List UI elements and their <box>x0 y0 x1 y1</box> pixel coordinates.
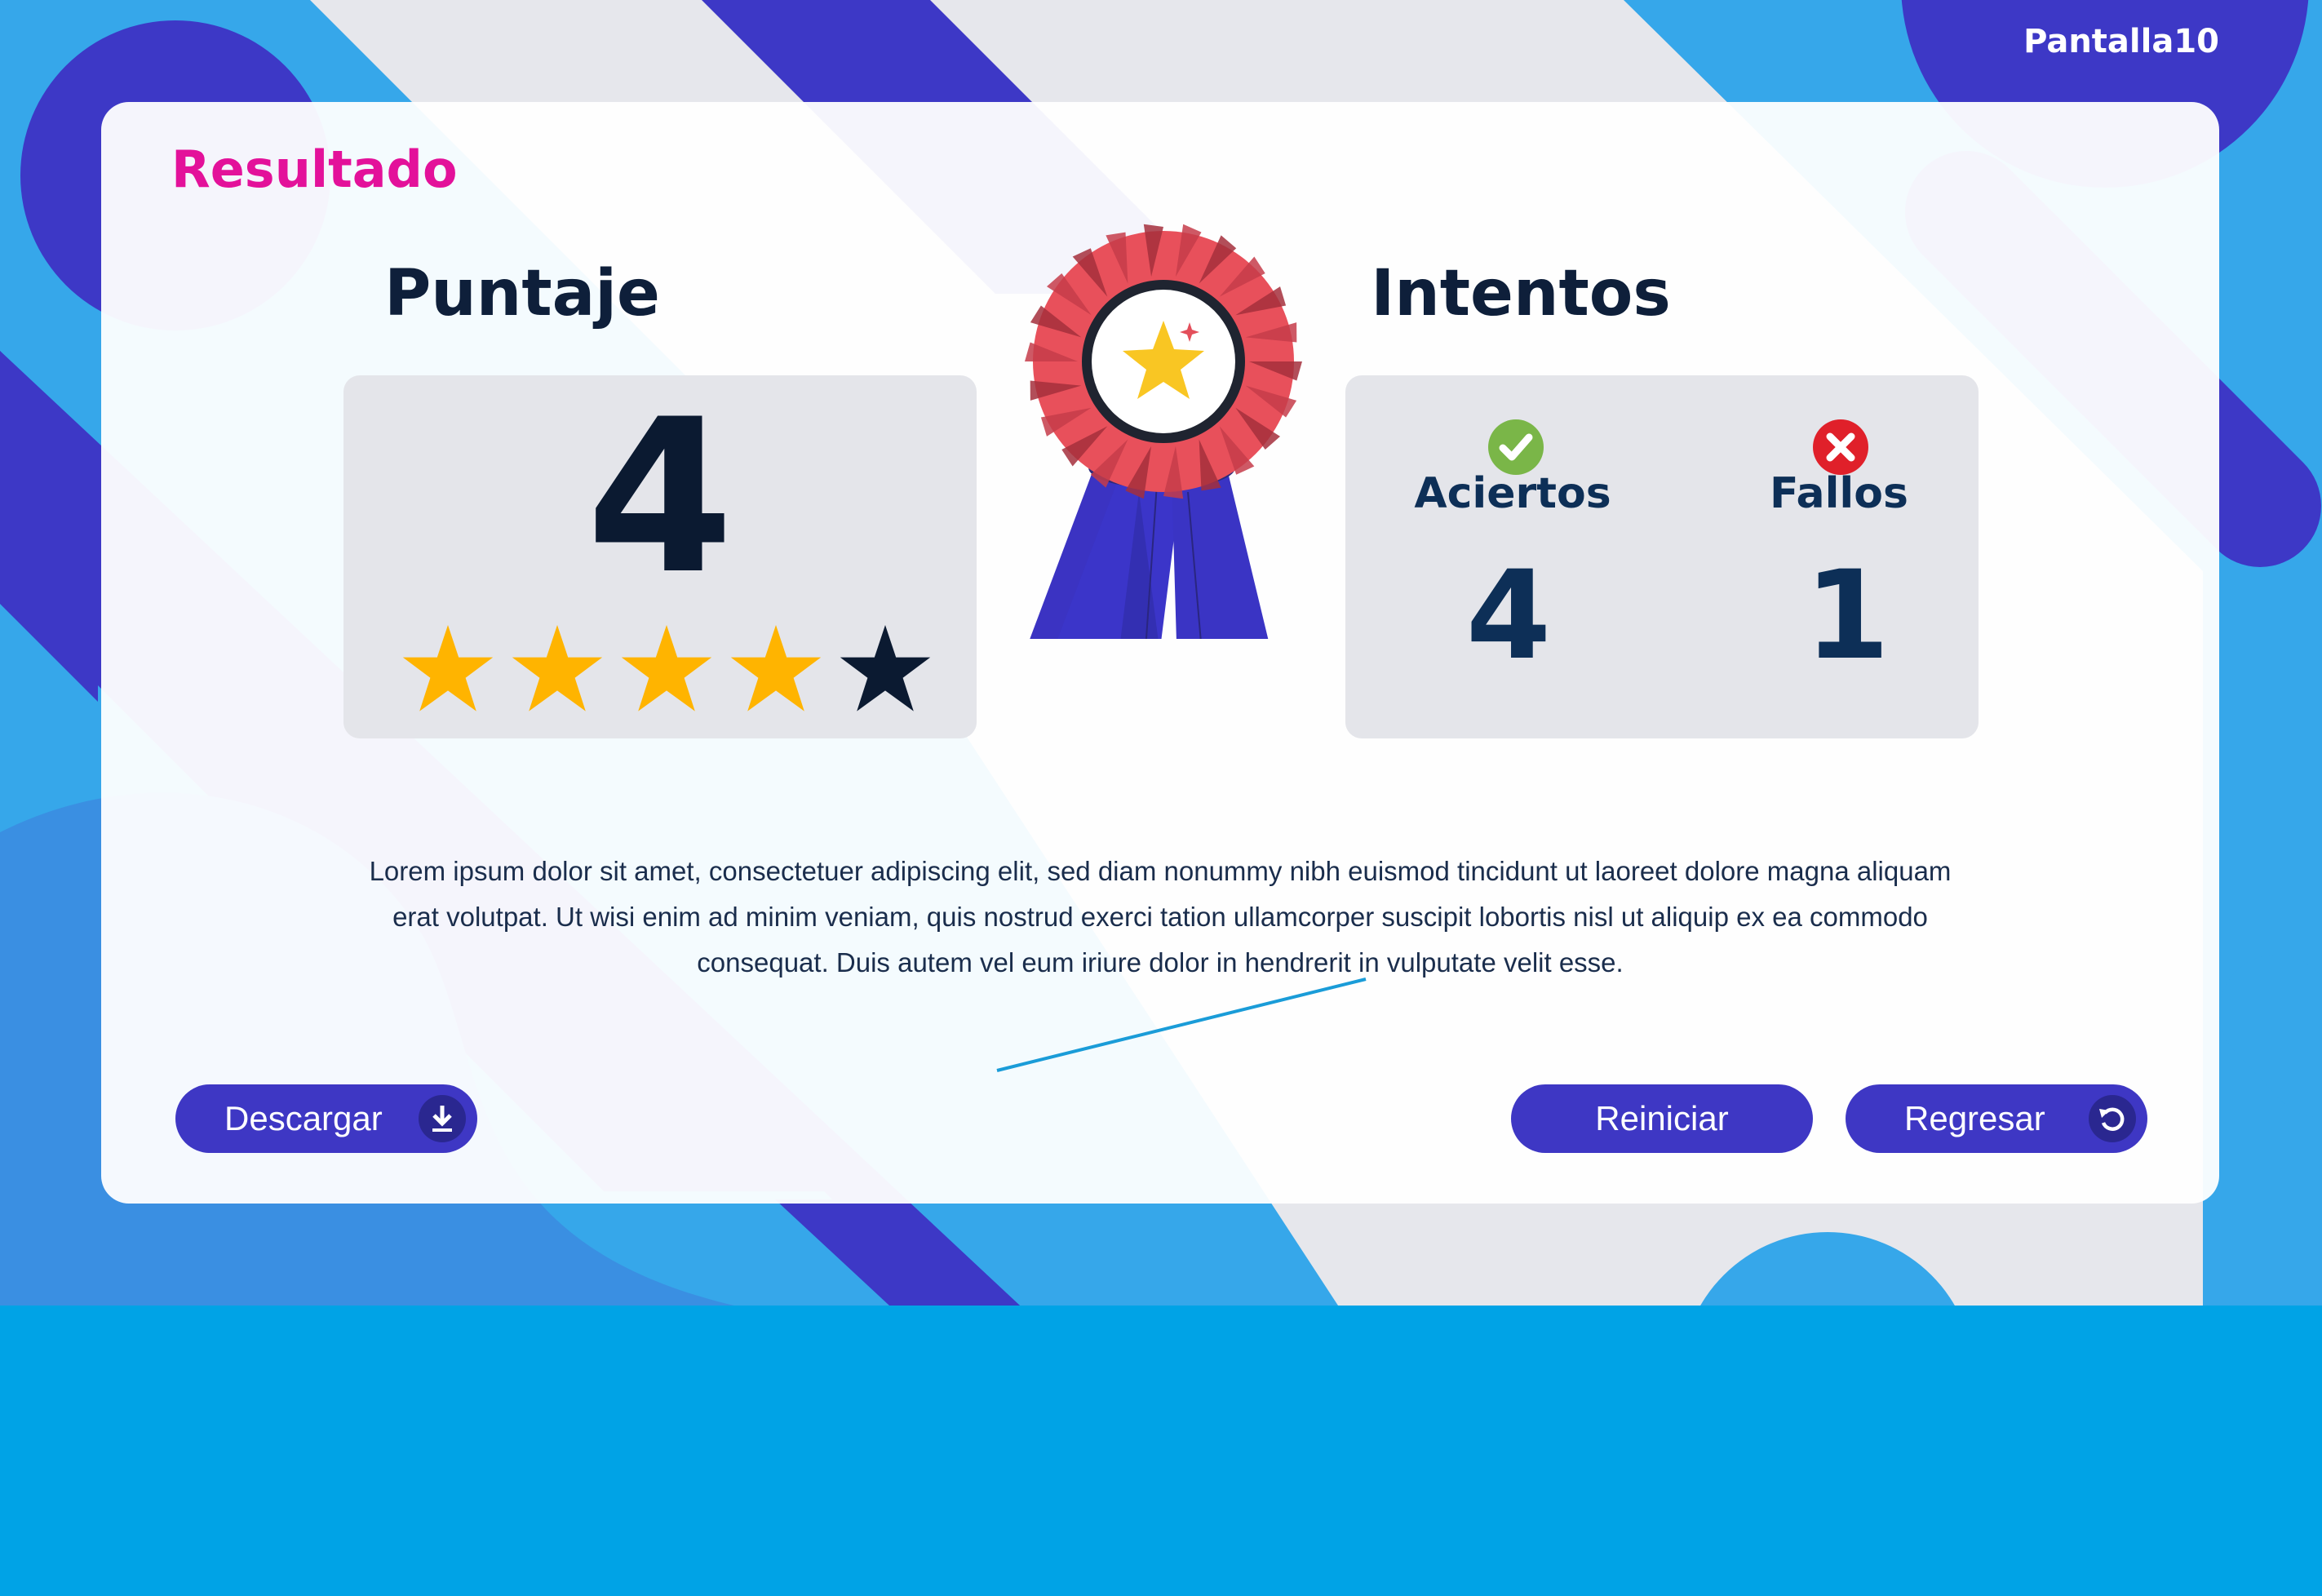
star-filled-icon <box>512 625 603 712</box>
wrong-value: 1 <box>1804 545 1890 687</box>
back-button[interactable]: Regresar <box>1846 1084 2147 1153</box>
score-value: 4 <box>586 375 734 621</box>
correct-value: 4 <box>1465 545 1552 687</box>
score-panel: 4 <box>343 375 977 738</box>
attempts-panel: Aciertos 4 Fallos 1 <box>1345 375 1979 738</box>
star-empty-icon <box>840 625 931 712</box>
check-circle-icon <box>1488 419 1544 475</box>
wrong-label: Fallos <box>1770 469 1908 518</box>
attempts-title: Intentos <box>1371 257 1671 330</box>
download-icon <box>419 1095 466 1142</box>
download-button[interactable]: Descargar <box>175 1084 477 1153</box>
correct-label: Aciertos <box>1414 469 1611 518</box>
wrong-stat: Fallos 1 <box>1717 375 1961 738</box>
bottom-band <box>0 1306 2322 1596</box>
screen-label: Pantalla10 <box>2023 23 2219 60</box>
undo-icon <box>2089 1095 2136 1142</box>
correct-stat: Aciertos 4 <box>1390 375 1635 738</box>
score-title: Puntaje <box>384 257 660 330</box>
award-ribbon-icon <box>1025 224 1302 639</box>
result-card: Resultado Puntaje 4 Intentos Aciertos 4 <box>101 102 2219 1204</box>
star-rating <box>399 620 937 718</box>
card-title: Resultado <box>171 140 458 199</box>
x-circle-icon <box>1813 419 1868 475</box>
restart-button-label: Reiniciar <box>1595 1099 1729 1137</box>
star-filled-icon <box>730 625 822 712</box>
restart-button[interactable]: Reiniciar <box>1511 1084 1813 1153</box>
star-filled-icon <box>621 625 712 712</box>
download-button-label: Descargar <box>224 1099 383 1137</box>
back-button-label: Regresar <box>1904 1099 2045 1137</box>
result-message: Lorem ipsum dolor sit amet, consectetuer… <box>369 856 1952 978</box>
star-filled-icon <box>402 625 494 712</box>
